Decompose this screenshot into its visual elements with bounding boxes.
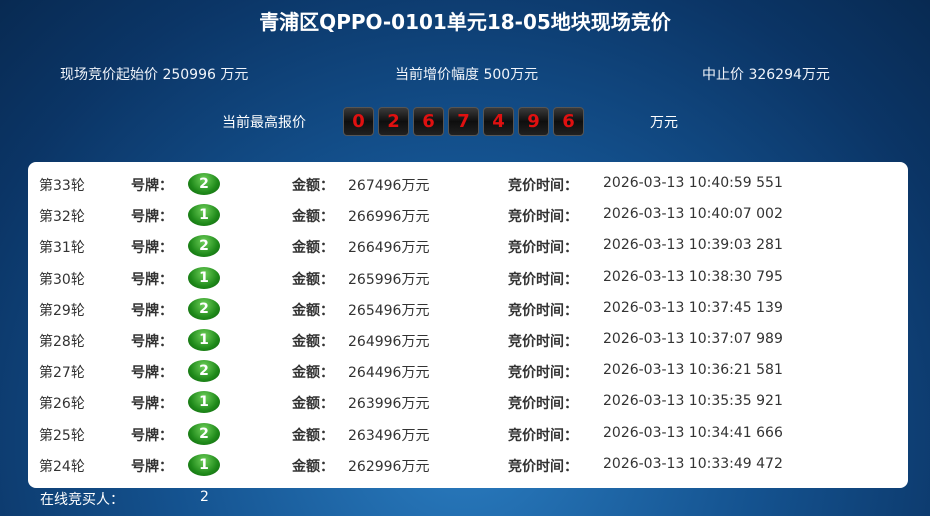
price-increment: 当前增价幅度 500万元 (395, 67, 539, 83)
bid-digit: 6 (413, 107, 444, 136)
time-value: 2026-03-13 10:38:30 795 (603, 268, 783, 285)
time-value: 2026-03-13 10:37:07 989 (603, 331, 783, 347)
amount-value: 263996万元 (348, 396, 430, 413)
amount-value: 265996万元 (348, 271, 430, 288)
amount-label: 金额： (292, 240, 334, 257)
highest-bid-label: 当前最高报价 (222, 115, 306, 131)
time-value: 2026-03-13 10:40:59 551 (603, 175, 783, 191)
round-number: 第32轮 (39, 209, 85, 226)
amount-value: 266496万元 (348, 240, 430, 257)
bid-digit: 4 (483, 107, 514, 136)
plate-badge: 2 (188, 173, 220, 195)
plate-label: 号牌： (131, 240, 173, 257)
amount-value: 262996万元 (348, 458, 430, 475)
bid-row: 第25轮 号牌： 2 金额： 263496万元 竞价时间： 2026-03-13… (28, 419, 908, 450)
time-value: 2026-03-13 10:34:41 666 (603, 424, 783, 441)
plate-label: 号牌： (131, 271, 173, 288)
round-number: 第31轮 (39, 240, 85, 257)
highest-bid-display: 0267496 (343, 107, 584, 136)
time-label: 竞价时间： (508, 334, 578, 350)
round-number: 第26轮 (39, 396, 85, 413)
time-label: 竞价时间： (508, 271, 578, 288)
amount-label: 金额： (292, 396, 334, 413)
plate-badge: 1 (188, 329, 220, 351)
amount-value: 264996万元 (348, 334, 430, 350)
bid-row: 第28轮 号牌： 1 金额： 264996万元 竞价时间： 2026-03-13… (28, 325, 908, 356)
amount-label: 金额： (292, 365, 334, 382)
start-price: 现场竞价起始价 250996 万元 (60, 67, 249, 83)
amount-value: 267496万元 (348, 178, 430, 194)
time-value: 2026-03-13 10:39:03 281 (603, 237, 783, 254)
page-title: 青浦区QPPO-0101单元18-05地块现场竞价 (259, 10, 671, 34)
bid-row: 第31轮 号牌： 2 金额： 266496万元 竞价时间： 2026-03-13… (28, 231, 908, 262)
bid-row: 第33轮 号牌： 2 金额： 267496万元 竞价时间： 2026-03-13… (28, 169, 908, 200)
round-number: 第28轮 (39, 334, 85, 350)
time-label: 竞价时间： (508, 427, 578, 444)
bid-digit: 9 (518, 107, 549, 136)
time-label: 竞价时间： (508, 178, 578, 194)
round-number: 第29轮 (39, 302, 85, 319)
stop-price: 中止价 326294万元 (702, 67, 830, 83)
amount-label: 金额： (292, 302, 334, 319)
plate-badge: 2 (188, 235, 220, 258)
time-label: 竞价时间： (508, 396, 578, 413)
bid-history-panel: 第33轮 号牌： 2 金额： 267496万元 竞价时间： 2026-03-13… (28, 162, 908, 488)
amount-label: 金额： (292, 458, 334, 475)
round-number: 第25轮 (39, 427, 85, 444)
plate-label: 号牌： (131, 209, 173, 226)
plate-label: 号牌： (131, 427, 173, 444)
time-label: 竞价时间： (508, 458, 578, 475)
bid-digit: 0 (343, 107, 374, 136)
plate-label: 号牌： (131, 178, 173, 194)
plate-label: 号牌： (131, 334, 173, 350)
amount-value: 264496万元 (348, 365, 430, 382)
bid-digit: 7 (448, 107, 479, 136)
bid-row: 第32轮 号牌： 1 金额： 266996万元 竞价时间： 2026-03-13… (28, 200, 908, 231)
plate-label: 号牌： (131, 458, 173, 475)
bid-row: 第27轮 号牌： 2 金额： 264496万元 竞价时间： 2026-03-13… (28, 356, 908, 387)
amount-label: 金额： (292, 427, 334, 444)
amount-value: 265496万元 (348, 302, 430, 319)
amount-value: 263496万元 (348, 427, 430, 444)
time-value: 2026-03-13 10:37:45 139 (603, 299, 783, 316)
amount-value: 266996万元 (348, 209, 430, 226)
time-value: 2026-03-13 10:36:21 581 (603, 362, 783, 379)
bid-row: 第29轮 号牌： 2 金额： 265496万元 竞价时间： 2026-03-13… (28, 294, 908, 325)
round-number: 第24轮 (39, 458, 85, 475)
plate-label: 号牌： (131, 302, 173, 319)
time-label: 竞价时间： (508, 240, 578, 257)
bid-row: 第26轮 号牌： 1 金额： 263996万元 竞价时间： 2026-03-13… (28, 387, 908, 418)
time-label: 竞价时间： (508, 302, 578, 319)
plate-badge: 1 (188, 453, 220, 476)
amount-label: 金额： (292, 271, 334, 288)
amount-label: 金额： (292, 209, 334, 226)
plate-badge: 2 (188, 422, 220, 445)
bid-digit: 2 (378, 107, 409, 136)
plate-badge: 1 (188, 391, 220, 414)
plate-badge: 1 (188, 266, 220, 289)
bid-row: 第30轮 号牌： 1 金额： 265996万元 竞价时间： 2026-03-13… (28, 263, 908, 294)
plate-label: 号牌： (131, 396, 173, 413)
time-label: 竞价时间： (508, 209, 578, 226)
bid-row: 第24轮 号牌： 1 金额： 262996万元 竞价时间： 2026-03-13… (28, 450, 908, 481)
plate-badge: 1 (188, 204, 220, 227)
time-label: 竞价时间： (508, 365, 578, 382)
round-number: 第33轮 (39, 178, 85, 194)
plate-label: 号牌： (131, 365, 173, 382)
amount-label: 金额： (292, 178, 334, 194)
plate-badge: 2 (188, 297, 220, 320)
round-number: 第27轮 (39, 365, 85, 382)
round-number: 第30轮 (39, 271, 85, 288)
time-value: 2026-03-13 10:35:35 921 (603, 393, 783, 410)
online-bidders-label: 在线竞买人： (40, 492, 124, 508)
time-value: 2026-03-13 10:33:49 472 (603, 455, 783, 472)
amount-label: 金额： (292, 334, 334, 350)
plate-badge: 2 (188, 360, 220, 383)
highest-bid-unit: 万元 (650, 115, 678, 131)
bid-digit: 6 (553, 107, 584, 136)
online-bidders-count: 2 (200, 489, 209, 505)
time-value: 2026-03-13 10:40:07 002 (603, 206, 783, 223)
